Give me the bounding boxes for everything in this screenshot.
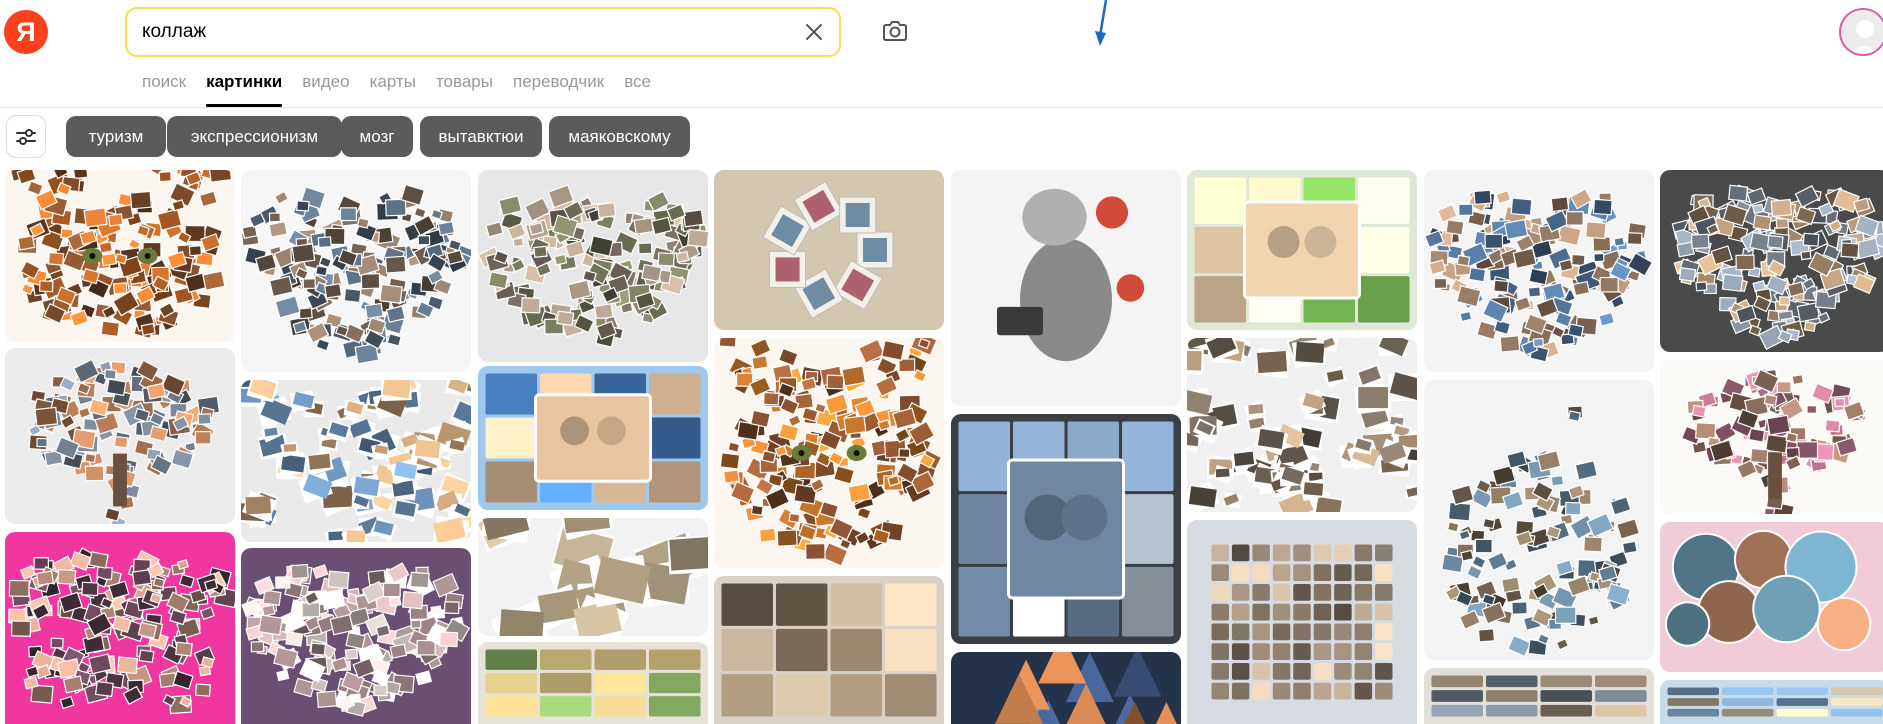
thumbnail-image (714, 170, 944, 330)
image-result-8[interactable] (478, 518, 708, 636)
image-result-18[interactable] (1187, 520, 1417, 724)
thumbnail-image (1187, 170, 1417, 330)
thumbnail-image (1660, 170, 1883, 352)
thumbnail-image (241, 548, 471, 724)
image-result-3[interactable] (241, 170, 471, 372)
image-results-grid (0, 0, 1883, 724)
image-result-25[interactable] (1660, 680, 1883, 724)
thumbnail-image (241, 380, 471, 542)
thumbnail-image (1660, 522, 1883, 672)
thumbnail-image (951, 170, 1181, 406)
image-result-23[interactable] (1660, 360, 1883, 514)
image-result-14[interactable] (951, 414, 1181, 644)
thumbnail-image (1660, 680, 1883, 724)
image-result-6[interactable] (478, 170, 708, 362)
image-result-5[interactable] (241, 548, 471, 724)
thumbnail-image (478, 170, 708, 362)
thumbnail-image (478, 518, 708, 636)
thumbnail-image (241, 170, 471, 372)
image-result-1[interactable] (5, 348, 235, 524)
image-result-0[interactable] (5, 170, 235, 342)
image-result-4[interactable] (241, 380, 471, 542)
image-result-21[interactable] (1424, 668, 1654, 724)
image-result-7[interactable] (478, 366, 708, 510)
image-result-12[interactable] (714, 576, 944, 724)
image-result-9[interactable] (478, 642, 708, 724)
thumbnail-image (478, 642, 708, 724)
image-result-13[interactable] (951, 170, 1181, 406)
thumbnail-image (5, 170, 235, 342)
image-result-2[interactable] (5, 532, 235, 724)
thumbnail-image (1424, 668, 1654, 724)
image-result-11[interactable] (714, 338, 944, 568)
thumbnail-image (1660, 360, 1883, 514)
image-result-22[interactable] (1660, 170, 1883, 352)
thumbnail-image (951, 652, 1181, 724)
thumbnail-image (5, 348, 235, 524)
thumbnail-image (714, 338, 944, 568)
thumbnail-image (478, 366, 708, 510)
thumbnail-image (951, 414, 1181, 644)
thumbnail-image (5, 532, 235, 724)
image-result-19[interactable] (1424, 170, 1654, 372)
thumbnail-image (1187, 338, 1417, 512)
thumbnail-image (714, 576, 944, 724)
thumbnail-image (1424, 170, 1654, 372)
image-result-10[interactable] (714, 170, 944, 330)
thumbnail-image (1187, 520, 1417, 724)
thumbnail-image (1424, 380, 1654, 660)
image-result-16[interactable] (1187, 170, 1417, 330)
image-result-20[interactable] (1424, 380, 1654, 660)
image-result-17[interactable] (1187, 338, 1417, 512)
image-result-24[interactable] (1660, 522, 1883, 672)
image-result-15[interactable] (951, 652, 1181, 724)
